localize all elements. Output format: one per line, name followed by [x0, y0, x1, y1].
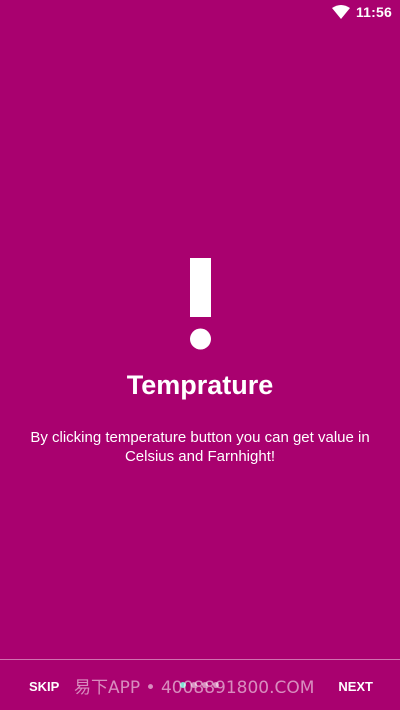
slide-title: Temprature — [126, 370, 274, 400]
page-dot-4[interactable] — [213, 682, 219, 688]
footer-divider — [0, 659, 400, 660]
page-dot-1[interactable] — [180, 682, 186, 688]
status-bar: 11:56 — [0, 0, 400, 24]
skip-button[interactable]: SKIP — [29, 676, 59, 698]
page-dot-3[interactable] — [202, 682, 208, 688]
page-indicator — [180, 682, 219, 690]
exclamation-icon — [190, 258, 211, 350]
slide-description: By clicking temperature button you can g… — [30, 429, 370, 465]
next-button[interactable]: NEXT — [338, 676, 373, 698]
page-dot-2[interactable] — [191, 682, 197, 688]
onboarding-screen: 11:56 Temprature By clicking temperature… — [0, 0, 400, 710]
wifi-icon — [332, 5, 350, 19]
status-time: 11:56 — [355, 4, 392, 20]
